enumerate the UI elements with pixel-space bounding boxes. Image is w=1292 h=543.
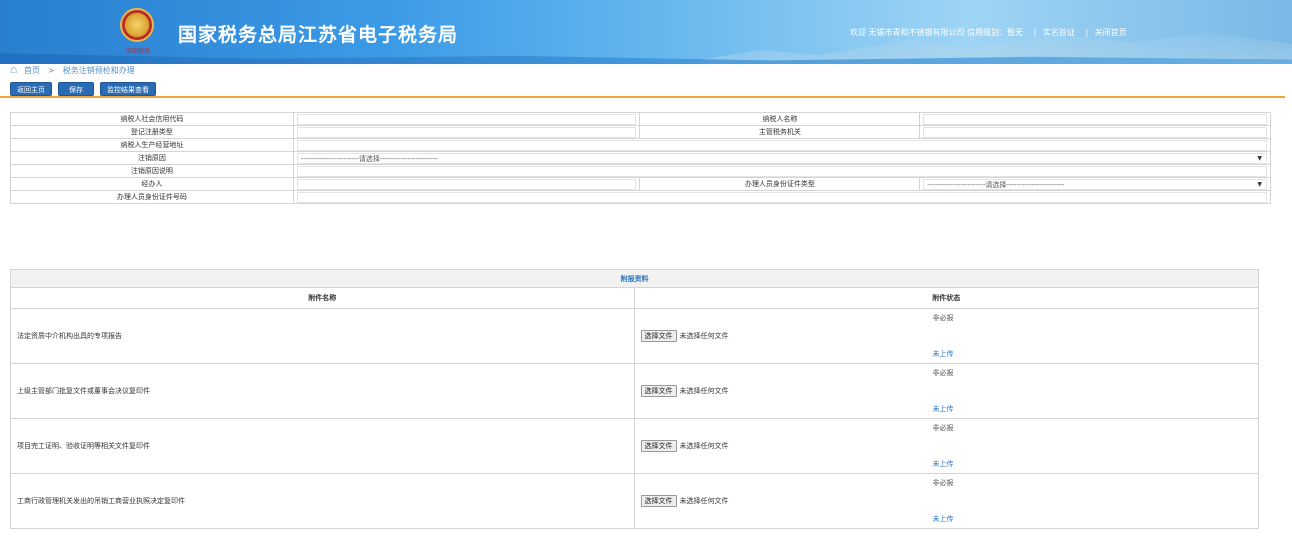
monitor-result-button[interactable]: 监控结果查看 [100, 82, 156, 96]
required-flag: 非必报 [932, 314, 954, 322]
site-header: 中国税务 国家税务总局江苏省电子税务局 欢迎 无锡市青和不锈钢有限公司 信用级别… [0, 0, 1292, 64]
verify-link[interactable]: 实名验证 [1043, 28, 1075, 37]
taxpayer-form: 纳税人社会信用代码 纳税人名称 登记注册类型 主管税务机关 纳税人生产经营地址 … [10, 112, 1272, 204]
upload-status: 未上传 [932, 460, 954, 468]
table-row: 上级主管部门批复文件或董事会决议复印件 非必报 选择文件 未选择任何文件 未上传 [10, 363, 1259, 419]
breadcrumb-current: 税务注销预检和办理 [62, 66, 135, 75]
attachment-name: 项目完工证明、验收证明等相关文件复印件 [10, 418, 635, 474]
tax-authority-field[interactable] [923, 126, 1267, 138]
id-type-select[interactable]: -----------------------请选择--------------… [923, 178, 1267, 190]
breadcrumb-home[interactable]: 首页 [24, 66, 40, 75]
upload-status: 未上传 [932, 515, 954, 523]
emblem-caption: 中国税务 [125, 48, 150, 55]
reason-label: 注销原因 [10, 151, 294, 165]
id-number-field[interactable] [296, 191, 1267, 203]
reason-select[interactable]: -----------------------请选择--------------… [296, 152, 1267, 164]
required-flag: 非必报 [932, 424, 954, 432]
table-row: 工商行政管理机关发出的吊销工商营业执照决定复印件 非必报 选择文件 未选择任何文件… [10, 473, 1259, 529]
tax-emblem-icon [120, 8, 154, 42]
upload-status: 未上传 [932, 350, 954, 358]
top-links: 欢迎 无锡市青和不锈钢有限公司 信用级别：暂无 | 实名验证 | 关闭首页 [850, 27, 1131, 38]
attachments-table: 附报资料 附件名称 附件状态 法定资质中介机构出具的专项报告 非必报 选择文件未… [10, 269, 1259, 529]
required-flag: 非必报 [932, 479, 954, 487]
attachment-name: 上级主管部门批复文件或董事会决议复印件 [10, 363, 635, 419]
chevron-down-icon: ▼ [1257, 154, 1262, 162]
required-flag: 非必报 [932, 369, 954, 377]
choose-file-button[interactable]: 选择文件 [640, 385, 677, 397]
table-row: 项目完工证明、验收证明等相关文件复印件 非必报 选择文件 未选择任何文件 未上传 [10, 418, 1259, 474]
attachment-name: 工商行政管理机关发出的吊销工商营业执照决定复印件 [10, 473, 635, 529]
attachments-title: 附报资料 [10, 269, 1259, 288]
choose-file-button[interactable]: 选择文件 [640, 330, 677, 342]
id-type-label: 办理人员身份证件类型 [639, 177, 921, 191]
attachment-name: 法定资质中介机构出具的专项报告 [10, 308, 635, 364]
upload-status: 未上传 [932, 405, 954, 413]
tax-authority-label: 主管税务机关 [639, 125, 921, 139]
breadcrumb-separator: > [48, 66, 55, 75]
reason-select-value: -----------------------请选择--------------… [300, 154, 438, 163]
no-file-text: 未选择任何文件 [679, 442, 729, 450]
handler-field[interactable] [296, 178, 637, 190]
handler-label: 经办人 [10, 177, 294, 191]
taxpayer-name-field[interactable] [923, 113, 1267, 125]
toolbar: 返回主页 保存 监控结果查看 [0, 78, 1285, 98]
site-title: 国家税务总局江苏省电子税务局 [178, 24, 459, 46]
chevron-down-icon: ▼ [1257, 180, 1262, 188]
address-field[interactable] [296, 139, 1267, 151]
no-file-text: 未选择任何文件 [679, 497, 729, 505]
taxpayer-name-label: 纳税人名称 [639, 112, 921, 126]
table-row: 法定资质中介机构出具的专项报告 非必报 选择文件 未选择任何文件 未上传 [10, 308, 1259, 364]
col-attachment-name: 附件名称 [10, 287, 635, 309]
back-home-button[interactable]: 返回主页 [10, 82, 52, 96]
breadcrumb: ☖ 首页 > 税务注销预检和办理 [0, 64, 1292, 78]
choose-file-button[interactable]: 选择文件 [640, 495, 677, 507]
id-number-label: 办理人员身份证件号码 [10, 190, 294, 204]
welcome-text: 欢迎 无锡市青和不锈钢有限公司 信用级别：暂无 [850, 28, 1024, 37]
link-separator: | [1033, 28, 1037, 37]
reason-desc-field[interactable] [296, 165, 1267, 177]
reg-type-field[interactable] [296, 126, 637, 138]
save-button[interactable]: 保存 [58, 82, 94, 96]
reg-type-label: 登记注册类型 [10, 125, 294, 139]
credit-code-field[interactable] [296, 113, 637, 125]
home-icon[interactable]: ☖ [10, 64, 18, 75]
credit-code-label: 纳税人社会信用代码 [10, 112, 294, 126]
id-type-select-value: -----------------------请选择--------------… [927, 180, 1065, 189]
choose-file-button[interactable]: 选择文件 [640, 440, 677, 452]
no-file-text: 未选择任何文件 [679, 387, 729, 395]
close-home-link[interactable]: 关闭首页 [1095, 28, 1127, 37]
address-label: 纳税人生产经营地址 [10, 138, 294, 152]
reason-desc-label: 注销原因说明 [10, 164, 294, 178]
col-attachment-status: 附件状态 [633, 287, 1259, 309]
link-separator: | [1085, 28, 1089, 37]
no-file-text: 未选择任何文件 [679, 332, 729, 340]
